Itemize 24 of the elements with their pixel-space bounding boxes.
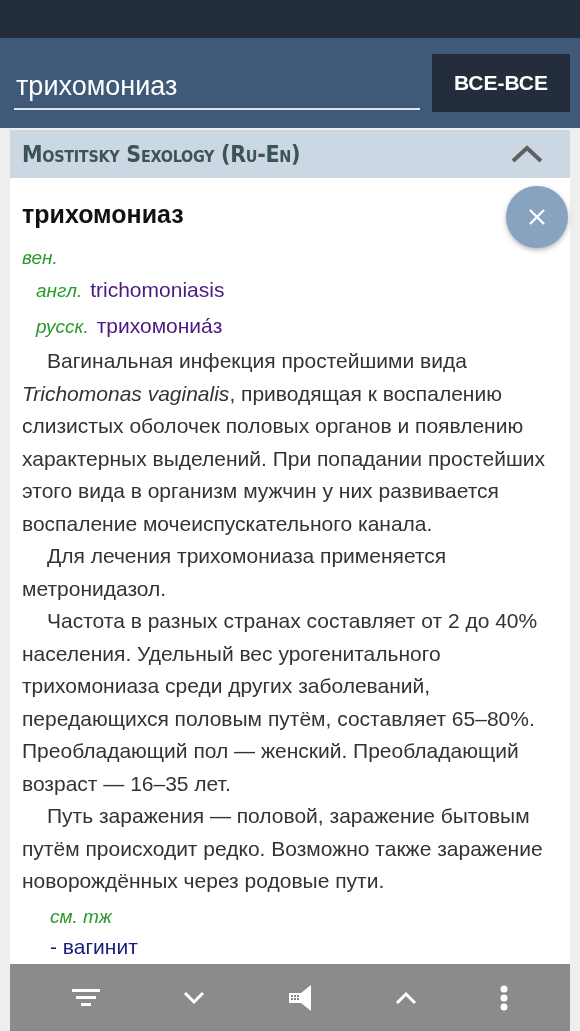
definition-paragraph: Частота в разных странах составляет от 2 до 40% населения. Удельный вес урогенитального трихомониаза среди других заболеваний, передающихся половым путём, составляет 65–80%. Преобладающий пол — женский. Преобладающий возраст — 16–35 лет. bbox=[22, 608, 539, 797]
cross-reference-link[interactable]: - вагинит bbox=[50, 934, 138, 958]
chevron-down-icon[interactable] bbox=[183, 990, 206, 1005]
definition-paragraph: Вагинальная инфекция простейшими вида Trichomonas vaginalis, приводящая к воспалению слизистых оболочек половых органов и появлению характерных выделений. При попадании простейших этого вида в организм мужчин у них развивается воспаление мочеиспускательного канала. bbox=[22, 348, 546, 537]
language-label: русск. bbox=[36, 316, 89, 337]
headword: трихомониаз bbox=[22, 200, 184, 229]
dictionary-title: Mostitsky Sexology (Ru-En) bbox=[22, 141, 301, 167]
usage-label: вен. bbox=[22, 246, 59, 270]
language-label: англ. bbox=[36, 280, 83, 301]
translation: trichomoniasis bbox=[90, 278, 225, 301]
definition-paragraph: Для лечения трихомониаза применяется метронидазол. bbox=[22, 543, 448, 602]
collapse-icon[interactable] bbox=[510, 144, 544, 164]
definition-paragraph: Путь заражения — половой, заражение бытовым путём происходит редко. Возможно также заражение новорождённых через родовые пути. bbox=[22, 803, 544, 894]
keyboard-icon[interactable] bbox=[289, 984, 311, 1011]
close-button[interactable] bbox=[506, 186, 568, 248]
more-icon[interactable] bbox=[500, 984, 509, 1011]
scope-button[interactable]: ВСЕ-ВСЕ bbox=[432, 54, 570, 112]
chevron-up-icon[interactable] bbox=[394, 990, 417, 1005]
dictionary-header[interactable]: Mostitsky Sexology (Ru-En) bbox=[10, 130, 570, 178]
filter-icon[interactable] bbox=[71, 986, 100, 1009]
close-icon bbox=[527, 207, 547, 227]
see-also-label: см. тж bbox=[49, 904, 113, 929]
search-bar[interactable]: трихомониаз ВСЕ-ВСЕ bbox=[0, 38, 580, 128]
translation: трихомониа́з bbox=[96, 314, 223, 337]
